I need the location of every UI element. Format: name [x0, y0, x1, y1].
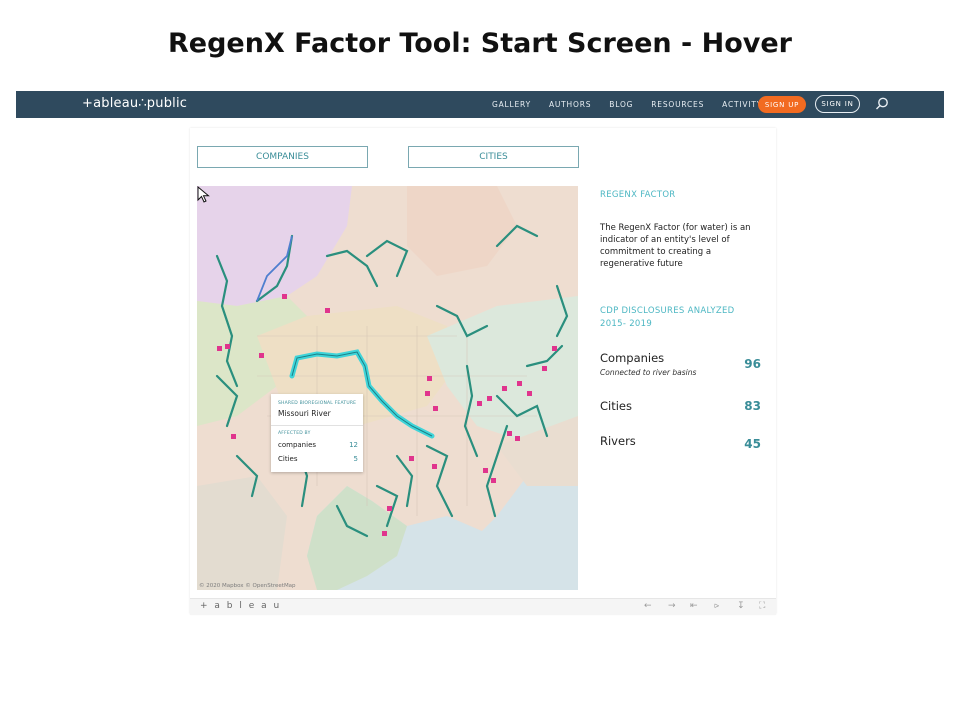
tooltip-river-name: Missouri River — [278, 409, 331, 418]
nav-link-blog[interactable]: BLOG — [609, 100, 633, 109]
river-map[interactable]: © 2020 Mapbox © OpenStreetMap SHARED BIO… — [197, 186, 578, 590]
search-icon[interactable] — [874, 96, 890, 112]
share-icon[interactable]: ⪧ — [714, 601, 719, 611]
slide-title: RegenX Factor Tool: Start Screen - Hover — [167, 28, 792, 59]
river-tooltip: SHARED BIOREGIONAL FEATURE Missouri Rive… — [271, 394, 363, 472]
mouse-pointer-icon — [197, 186, 210, 203]
dashboard: COMPANIES CITIES © 2020 Mapbox © OpenStr… — [190, 128, 776, 615]
stat-companies-value: 96 — [744, 357, 761, 371]
stat-companies-sub: Connected to river basins — [600, 368, 697, 377]
stat-cities-value: 83 — [744, 399, 761, 413]
sign-up-button[interactable]: SIGN UP — [758, 96, 806, 113]
nav-links: GALLERY AUTHORS BLOG RESOURCES ACTIVITY — [492, 91, 780, 118]
nav-link-resources[interactable]: RESOURCES — [651, 100, 704, 109]
stat-rivers-value: 45 — [744, 437, 761, 451]
stat-rivers-label: Rivers — [600, 434, 636, 448]
regenx-description: The RegenX Factor (for water) is an indi… — [600, 223, 751, 269]
redo-icon[interactable]: → — [668, 601, 676, 611]
cities-tab-button[interactable]: CITIES — [408, 146, 579, 168]
companies-tab-button[interactable]: COMPANIES — [197, 146, 368, 168]
tooltip-row-value: 12 — [349, 441, 358, 449]
cdp-years: 2015- 2019 — [600, 319, 653, 329]
fullscreen-icon[interactable]: ⛶ — [759, 601, 765, 611]
tooltip-header: SHARED BIOREGIONAL FEATURE — [278, 401, 357, 406]
tooltip-row-label: Cities — [278, 455, 298, 463]
map-canvas — [197, 186, 578, 590]
tableau-footer-logo[interactable]: + a b l e a u — [200, 601, 281, 611]
tableau-public-logo[interactable]: +ableau∴public — [82, 96, 187, 111]
stat-cities-label: Cities — [600, 399, 632, 413]
tooltip-row-companies: companies 12 — [278, 441, 358, 449]
nav-link-authors[interactable]: AUTHORS — [549, 100, 591, 109]
map-attribution[interactable]: © 2020 Mapbox © OpenStreetMap — [199, 583, 296, 589]
stat-companies-label: Companies — [600, 351, 665, 365]
viz-toolbar: + a b l e a u ← → ⇤ ⪧ ↧ ⛶ — [190, 598, 776, 615]
cdp-heading: CDP DISCLOSURES ANALYZED — [600, 306, 735, 316]
tooltip-divider — [271, 425, 363, 426]
regenx-factor-heading: REGENX FACTOR — [600, 190, 676, 200]
nav-link-activity[interactable]: ACTIVITY — [722, 100, 762, 109]
tooltip-row-label: companies — [278, 441, 317, 449]
tooltip-row-cities: Cities 5 — [278, 455, 358, 463]
tooltip-affected-label: AFFECTED BY — [278, 431, 311, 436]
top-nav-bar: +ableau∴public GALLERY AUTHORS BLOG RESO… — [16, 91, 944, 118]
nav-link-gallery[interactable]: GALLERY — [492, 100, 531, 109]
revert-icon[interactable]: ⇤ — [690, 601, 698, 611]
tooltip-row-value: 5 — [353, 455, 358, 463]
undo-icon[interactable]: ← — [644, 601, 652, 611]
download-icon[interactable]: ↧ — [737, 601, 745, 611]
sign-in-button[interactable]: SIGN IN — [815, 95, 860, 113]
